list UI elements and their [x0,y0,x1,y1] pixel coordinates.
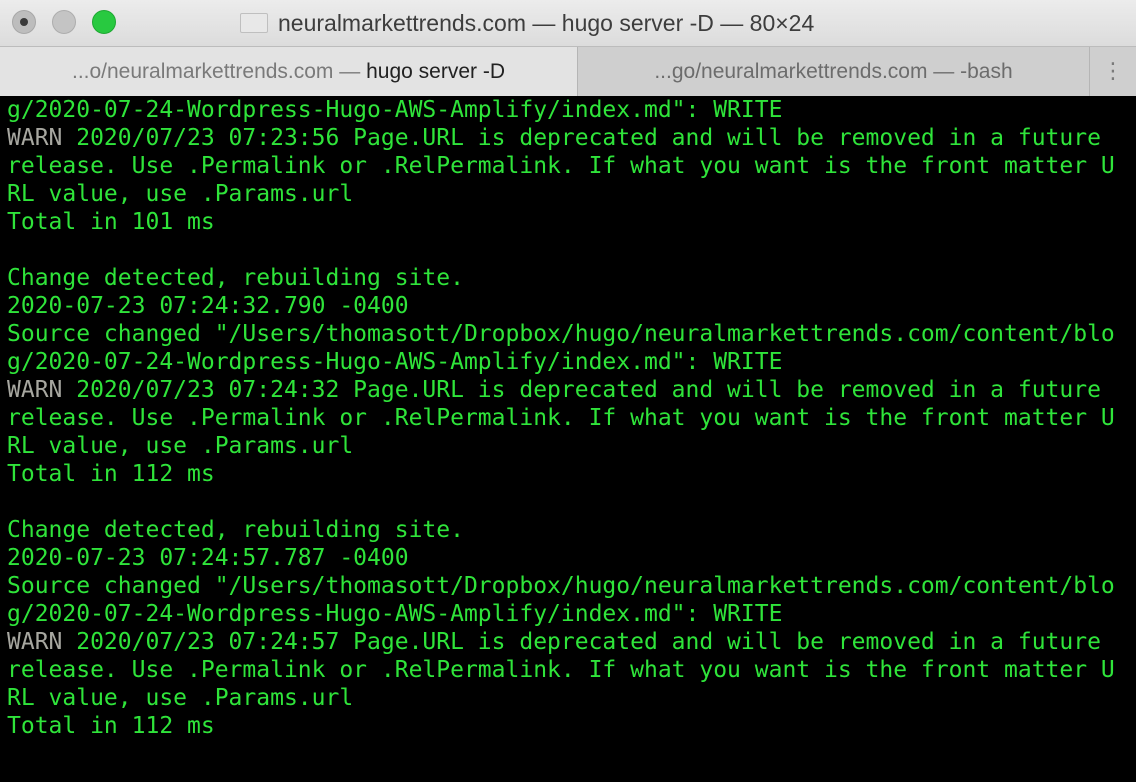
window-title: neuralmarkettrends.com — hugo server -D … [278,10,815,36]
terminal-line-text: RL value, use .Params.url [7,433,354,459]
warn-tag: WARN [7,629,63,655]
terminal-line-text: 2020/07/23 07:24:57 Page.URL is deprecat… [62,629,1101,655]
terminal-window: neuralmarkettrends.com — hugo server -D … [0,0,1136,782]
terminal-line: Total in 112 ms [7,712,1136,740]
terminal-line-text: Change detected, rebuilding site. [7,517,464,543]
terminal-line-text: Source changed "/Users/thomasott/Dropbox… [7,573,1115,599]
tab-path-prefix: ...o/neuralmarkettrends.com — [71,60,367,83]
terminal-line-text: Total in 101 ms [7,209,215,235]
terminal-line: g/2020-07-24-Wordpress-Hugo-AWS-Amplify/… [7,600,1136,628]
terminal-line: WARN 2020/07/23 07:24:32 Page.URL is dep… [7,376,1136,404]
terminal-line: g/2020-07-24-Wordpress-Hugo-AWS-Amplify/… [7,96,1136,124]
tab-label: hugo server -D [366,60,505,83]
terminal-line-text: 2020/07/23 07:23:56 Page.URL is deprecat… [62,125,1101,151]
tab-bash[interactable]: ...go/neuralmarkettrends.com — -bash [578,47,1090,96]
terminal-line-text: Total in 112 ms [7,713,215,739]
title-bar[interactable]: neuralmarkettrends.com — hugo server -D … [0,0,1136,46]
terminal-line: Total in 101 ms [7,208,1136,236]
minimize-window-button[interactable] [52,10,76,34]
terminal-line: Change detected, rebuilding site. [7,264,1136,292]
terminal-line-text: RL value, use .Params.url [7,685,354,711]
terminal-line: WARN 2020/07/23 07:23:56 Page.URL is dep… [7,124,1136,152]
terminal-line: RL value, use .Params.url [7,432,1136,460]
warn-tag: WARN [7,125,63,151]
terminal-line-text: g/2020-07-24-Wordpress-Hugo-AWS-Amplify/… [7,97,783,123]
terminal-line-text: 2020-07-23 07:24:32.790 -0400 [7,293,409,319]
terminal-line: 2020-07-23 07:24:32.790 -0400 [7,292,1136,320]
tab-overflow-icon[interactable]: ⋮ [1090,47,1136,96]
terminal-output[interactable]: g/2020-07-24-Wordpress-Hugo-AWS-Amplify/… [0,96,1136,782]
tab-bar: ...o/neuralmarkettrends.com — hugo serve… [0,46,1136,96]
terminal-line: Change detected, rebuilding site. [7,516,1136,544]
terminal-line: 2020-07-23 07:24:57.787 -0400 [7,544,1136,572]
terminal-line: g/2020-07-24-Wordpress-Hugo-AWS-Amplify/… [7,348,1136,376]
terminal-line: Source changed "/Users/thomasott/Dropbox… [7,572,1136,600]
close-window-button[interactable] [12,10,36,34]
terminal-line: Total in 112 ms [7,460,1136,488]
terminal-line: RL value, use .Params.url [7,684,1136,712]
terminal-line-text: g/2020-07-24-Wordpress-Hugo-AWS-Amplify/… [7,349,783,375]
terminal-line: release. Use .Permalink or .RelPermalink… [7,656,1136,684]
terminal-line: release. Use .Permalink or .RelPermalink… [7,404,1136,432]
terminal-line-text: g/2020-07-24-Wordpress-Hugo-AWS-Amplify/… [7,601,783,627]
terminal-line-text: RL value, use .Params.url [7,181,354,207]
terminal-line-text: 2020/07/23 07:24:32 Page.URL is deprecat… [62,377,1101,403]
terminal-line-text: release. Use .Permalink or .RelPermalink… [7,405,1115,431]
terminal-line: WARN 2020/07/23 07:24:57 Page.URL is dep… [7,628,1136,656]
terminal-line: Source changed "/Users/thomasott/Dropbox… [7,320,1136,348]
tab-hugo-server[interactable]: ...o/neuralmarkettrends.com — hugo serve… [0,47,578,96]
terminal-line-text: 2020-07-23 07:24:57.787 -0400 [7,545,409,571]
warn-tag: WARN [7,377,63,403]
terminal-line-text: Source changed "/Users/thomasott/Dropbox… [7,321,1115,347]
terminal-line-text: Total in 112 ms [7,461,215,487]
folder-proxy-icon[interactable] [240,13,268,33]
zoom-window-button[interactable] [92,10,116,34]
terminal-line: release. Use .Permalink or .RelPermalink… [7,152,1136,180]
tab-label: ...go/neuralmarkettrends.com — -bash [654,60,1013,83]
terminal-line-text: release. Use .Permalink or .RelPermalink… [7,657,1115,683]
terminal-line-text: release. Use .Permalink or .RelPermalink… [7,153,1115,179]
terminal-line-text: Change detected, rebuilding site. [7,265,464,291]
terminal-line: RL value, use .Params.url [7,180,1136,208]
